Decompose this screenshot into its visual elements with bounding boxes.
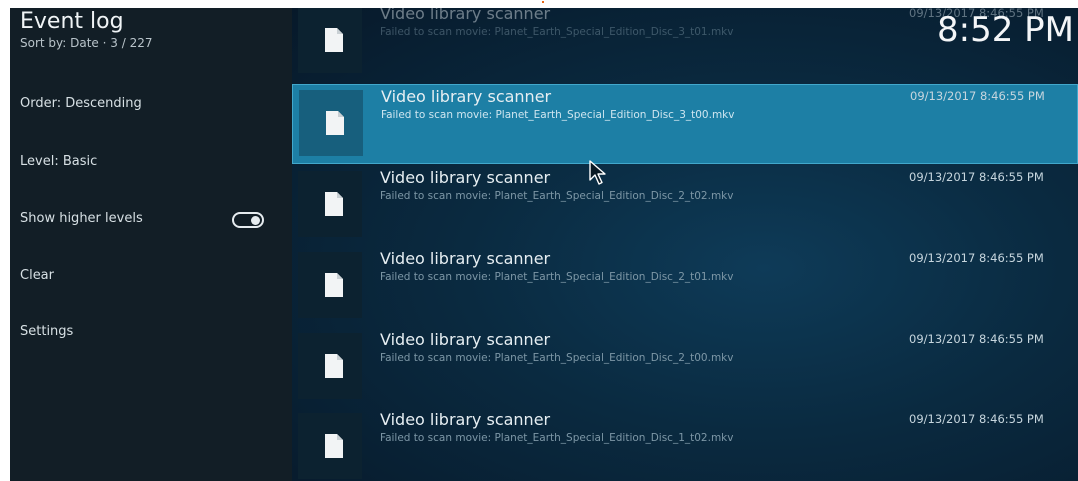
event-list: Video library scanner Failed to scan mov… <box>292 8 1078 481</box>
event-date: 09/13/2017 8:46:55 PM <box>910 89 1045 103</box>
event-description: Failed to scan movie: Planet_Earth_Speci… <box>380 352 734 364</box>
event-description: Failed to scan movie: Planet_Earth_Speci… <box>381 109 735 121</box>
event-thumbnail <box>299 90 363 156</box>
event-title: Video library scanner <box>380 168 551 187</box>
show-higher-levels-toggle[interactable] <box>232 212 264 228</box>
sidebar-item-show-higher-levels[interactable]: Show higher levels <box>20 211 143 226</box>
sidebar-item-level[interactable]: Level: Basic <box>20 154 97 169</box>
indicator-dot <box>542 1 544 3</box>
document-icon <box>325 354 343 378</box>
event-row[interactable]: Video library scanner Failed to scan mov… <box>292 328 1078 408</box>
event-date: 09/13/2017 8:46:55 PM <box>909 251 1044 265</box>
kodi-window: Event log Sort by: Date · 3 / 227 Order:… <box>10 8 1078 481</box>
sort-info: Sort by: Date · 3 / 227 <box>20 36 152 50</box>
event-thumbnail <box>298 413 362 479</box>
event-title: Video library scanner <box>380 249 551 268</box>
event-description: Failed to scan movie: Planet_Earth_Speci… <box>380 26 734 38</box>
event-date: 09/13/2017 8:46:55 PM <box>909 412 1044 426</box>
event-description: Failed to scan movie: Planet_Earth_Speci… <box>380 432 734 444</box>
document-icon <box>326 111 344 135</box>
event-date: 09/13/2017 8:46:55 PM <box>909 170 1044 184</box>
document-icon <box>325 28 343 52</box>
sidebar-item-clear[interactable]: Clear <box>20 268 54 283</box>
event-date: 09/13/2017 8:46:55 PM <box>909 332 1044 346</box>
event-row[interactable]: Video library scanner Failed to scan mov… <box>292 408 1078 481</box>
sort-label: Sort by: Date <box>20 36 99 50</box>
event-thumbnail <box>298 171 362 237</box>
clock: 8:52 PM <box>937 10 1074 50</box>
event-row[interactable]: Video library scanner Failed to scan mov… <box>292 166 1078 246</box>
event-title: Video library scanner <box>380 8 551 23</box>
event-thumbnail <box>298 8 362 73</box>
document-icon <box>325 434 343 458</box>
event-title: Video library scanner <box>380 410 551 429</box>
event-thumbnail <box>298 333 362 399</box>
event-description: Failed to scan movie: Planet_Earth_Speci… <box>380 190 734 202</box>
event-thumbnail <box>298 252 362 318</box>
event-row-focused[interactable]: Video library scanner Failed to scan mov… <box>292 84 1078 164</box>
event-title: Video library scanner <box>380 330 551 349</box>
sidebar-item-settings[interactable]: Settings <box>20 324 73 339</box>
item-counter: 3 / 227 <box>110 36 153 50</box>
event-description: Failed to scan movie: Planet_Earth_Speci… <box>380 271 734 283</box>
event-row[interactable]: Video library scanner Failed to scan mov… <box>292 247 1078 327</box>
toggle-knob <box>251 216 260 225</box>
page-title: Event log <box>20 9 124 34</box>
document-icon <box>325 192 343 216</box>
sidebar-item-order[interactable]: Order: Descending <box>20 96 142 111</box>
event-title: Video library scanner <box>381 87 552 106</box>
sidebar: Event log Sort by: Date · 3 / 227 Order:… <box>10 8 292 481</box>
mouse-cursor-icon <box>589 160 606 185</box>
document-icon <box>325 273 343 297</box>
